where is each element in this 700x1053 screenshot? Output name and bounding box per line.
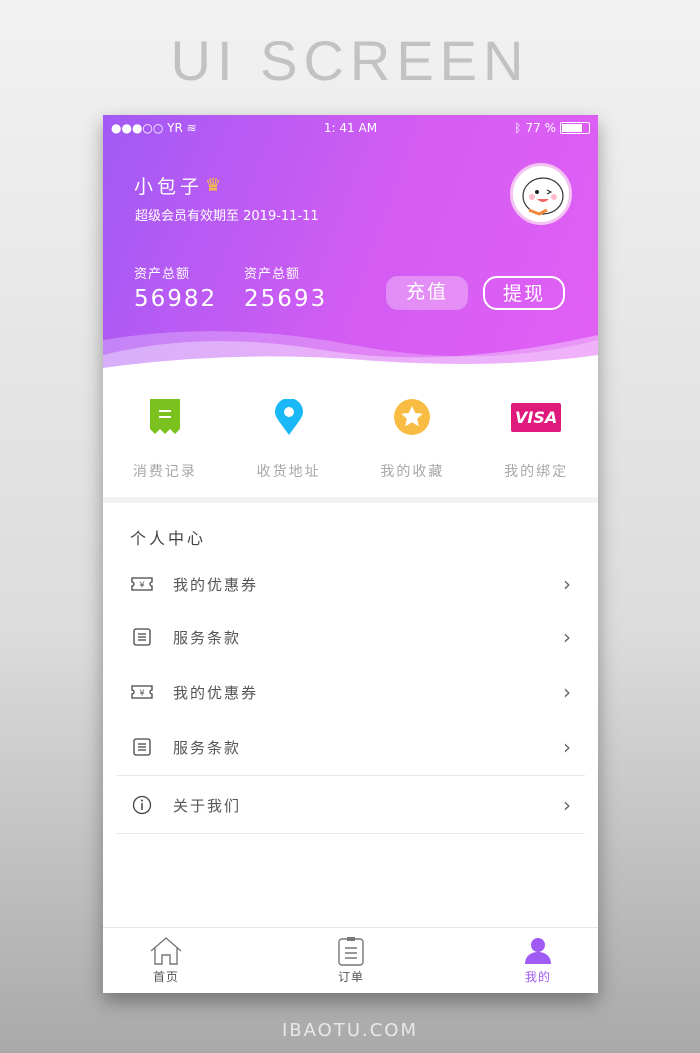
svg-text:¥: ¥ xyxy=(139,581,144,590)
recharge-button[interactable]: 充值 xyxy=(386,276,468,310)
asset-label: 资产总额 xyxy=(134,267,191,282)
user-name: 小包子 xyxy=(134,176,204,198)
asset-total-1: 资产总额 56982 xyxy=(134,263,217,312)
menu-item[interactable]: 关于我们 › xyxy=(116,780,585,830)
location-pin-icon xyxy=(274,397,303,437)
profile-header: ●●●○○ YR ≋ 1: 41 AM ᛒ 77 % 小包子 ♛ 超级会员有效期至 … xyxy=(103,115,598,390)
user-icon xyxy=(525,938,551,964)
coupon-icon: ¥ xyxy=(131,576,153,592)
home-icon xyxy=(150,937,182,965)
chevron-right-icon: › xyxy=(563,793,571,817)
battery-icon xyxy=(560,122,590,134)
tab-home[interactable]: 首页 xyxy=(126,928,206,985)
asset-label: 资产总额 xyxy=(244,267,301,282)
menu-item[interactable]: ¥ 我的优惠券 › xyxy=(116,667,585,717)
divider xyxy=(116,775,585,776)
quick-actions: 消费记录 收货地址 我的收藏 VISA 我的绑定 xyxy=(103,385,598,497)
asset-value: 56982 xyxy=(134,286,218,312)
menu-item-label: 我的优惠券 xyxy=(173,683,259,702)
vip-expiry: 超级会员有效期至 2019-11-11 xyxy=(135,209,319,224)
phone-screen: ●●●○○ YR ≋ 1: 41 AM ᛒ 77 % 小包子 ♛ 超级会员有效期至 … xyxy=(103,115,598,993)
quick-shipping-address[interactable]: 收货地址 xyxy=(227,385,351,497)
receipt-icon xyxy=(149,397,180,437)
tab-orders[interactable]: 订单 xyxy=(311,928,391,985)
chevron-right-icon: › xyxy=(563,680,571,704)
tab-mine[interactable]: 我的 xyxy=(498,928,578,985)
menu-item-label: 服务条款 xyxy=(173,628,242,647)
chevron-right-icon: › xyxy=(563,625,571,649)
quick-label: 消费记录 xyxy=(132,464,197,480)
quick-consumption-records[interactable]: 消费记录 xyxy=(103,385,227,497)
quick-favorites[interactable]: 我的收藏 xyxy=(351,385,475,497)
menu-item[interactable]: ¥ 我的优惠券 › xyxy=(116,559,585,609)
tab-label: 我的 xyxy=(524,970,551,984)
chevron-right-icon: › xyxy=(563,735,571,759)
wave-decoration xyxy=(103,331,598,390)
battery-percent: 77 % xyxy=(525,121,557,135)
menu-item[interactable]: 服务条款 › xyxy=(116,612,585,662)
quick-label: 我的收藏 xyxy=(380,464,445,480)
crown-icon: ♛ xyxy=(205,175,226,196)
user-name-row: 小包子 ♛ xyxy=(134,172,225,199)
menu-item-label: 服务条款 xyxy=(173,738,242,757)
coupon-icon: ¥ xyxy=(131,684,153,700)
visa-badge: VISA xyxy=(511,402,562,432)
quick-label: 我的绑定 xyxy=(504,464,569,480)
divider xyxy=(116,833,585,834)
withdraw-button[interactable]: 提现 xyxy=(483,276,565,310)
menu-item-label: 关于我们 xyxy=(173,796,242,815)
tab-label: 首页 xyxy=(152,970,179,984)
svg-text:¥: ¥ xyxy=(139,689,144,698)
banner-title: UI SCREEN xyxy=(170,29,530,92)
avatar[interactable] xyxy=(510,163,572,225)
info-icon xyxy=(131,795,153,815)
star-icon xyxy=(394,397,431,437)
visa-card-icon: VISA xyxy=(511,397,562,437)
section-title: 个人中心 xyxy=(130,529,207,548)
section-separator xyxy=(103,497,598,503)
chevron-right-icon: › xyxy=(563,572,571,596)
clipboard-icon xyxy=(338,937,364,966)
banner-footer: IBAOTU.COM xyxy=(282,1020,418,1041)
asset-value: 25693 xyxy=(244,286,328,312)
asset-total-2: 资产总额 25693 xyxy=(244,263,327,312)
menu-item[interactable]: 服务条款 › xyxy=(116,722,585,772)
tab-label: 订单 xyxy=(337,970,364,984)
status-bar: ●●●○○ YR ≋ 1: 41 AM ᛒ 77 % xyxy=(111,121,590,137)
document-icon xyxy=(131,628,153,646)
tab-bar: 首页 订单 我的 xyxy=(103,927,598,993)
bluetooth-icon: ᛒ xyxy=(514,121,522,135)
menu-item-label: 我的优惠券 xyxy=(173,575,259,594)
document-icon xyxy=(131,738,153,756)
quick-bindings[interactable]: VISA 我的绑定 xyxy=(474,385,598,497)
quick-label: 收货地址 xyxy=(256,464,321,480)
